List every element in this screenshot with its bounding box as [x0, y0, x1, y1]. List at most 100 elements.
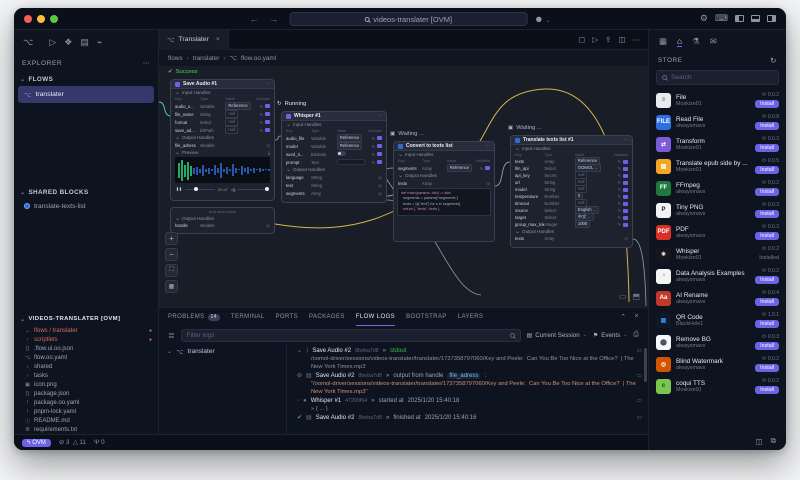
eye-icon[interactable]: ◎: [378, 183, 382, 188]
handle-row[interactable]: texts Array ◎: [511, 235, 632, 242]
install-button[interactable]: Install: [755, 166, 779, 174]
chat-icon[interactable]: ✉: [710, 36, 717, 47]
edit-icon[interactable]: ✎: [260, 128, 263, 133]
minimize-window-button[interactable]: [37, 14, 45, 23]
eye-icon[interactable]: ◎: [624, 236, 628, 241]
handle-row[interactable]: text String ◎: [282, 181, 386, 189]
split-icon[interactable]: ◫: [618, 35, 625, 44]
install-button[interactable]: Install: [755, 386, 779, 394]
edit-icon[interactable]: ✎: [618, 201, 621, 206]
eye-icon[interactable]: ◎: [266, 223, 270, 228]
logs-scrollbar[interactable]: [644, 348, 647, 382]
grid-button[interactable]: ▦: [165, 280, 178, 293]
store-item[interactable]: PDF PDF alwaysmavs ⟳ 0.0.3 Install: [649, 221, 786, 243]
store-item[interactable]: P Tiny PNG alwaysmavs ⟳ 0.0.3 Install: [649, 199, 786, 221]
edit-icon[interactable]: ✎: [480, 166, 483, 171]
install-button[interactable]: Install: [755, 276, 779, 284]
install-button[interactable]: Install: [755, 342, 779, 350]
refresh-icon[interactable]: ↻: [770, 56, 777, 65]
install-button[interactable]: Install: [755, 298, 779, 306]
panel-collapse-icon[interactable]: ⌃: [620, 313, 626, 321]
edit-icon[interactable]: ✎: [618, 166, 621, 171]
handle-row[interactable]: texts Array ◎: [394, 179, 494, 187]
store-item[interactable]: ◔ Data Analysis Examples alwaysmavs ⟳ 0.…: [649, 265, 786, 287]
comment-icon[interactable]: ▭: [637, 415, 642, 421]
edit-icon[interactable]: ✎: [260, 104, 263, 109]
nullable-toggle[interactable]: [622, 180, 628, 185]
panel-tab[interactable]: PORTS: [275, 308, 298, 326]
session-select[interactable]: ▤ Current Session ⌄: [527, 332, 587, 339]
log-entry[interactable]: ⌄ ⟩ Save Audio #2 8beba7d8 » stdout ▭: [297, 346, 642, 355]
edit-icon[interactable]: ✎: [260, 120, 263, 125]
store-item[interactable]: ⬤ Remove BG alwaysmavs ⟳ 0.0.3 Install: [649, 331, 786, 353]
store-search-input[interactable]: [656, 70, 779, 85]
minimap-icon[interactable]: ⬒: [632, 292, 640, 301]
handle-row[interactable]: segments Array Reference ✎: [394, 163, 494, 172]
store-item[interactable]: ✳ Whisper Moskize91 ⟳ 0.0.2 Installed: [649, 243, 786, 265]
download-icon[interactable]: ⤓: [268, 150, 270, 155]
toggle-bottom-panel-icon[interactable]: [751, 15, 760, 22]
settings-gear-icon[interactable]: ⚙: [700, 13, 708, 24]
panel-tab[interactable]: TERMINAL: [231, 308, 265, 326]
command-center[interactable]: videos-translater [OVM]: [289, 12, 528, 26]
install-button[interactable]: Install: [755, 364, 779, 372]
events-select[interactable]: ⚑ Events ⌄: [593, 332, 628, 339]
store-item[interactable]: ▤ Translate epub side by ... Moskize91 ⟳…: [649, 155, 786, 177]
handle-row[interactable]: language String ◎: [282, 173, 386, 181]
handle-row[interactable]: format Select null ✎: [171, 117, 274, 126]
more-icon[interactable]: ⋯: [633, 35, 641, 44]
layout-icon[interactable]: ▢: [578, 35, 585, 44]
zoom-window-button[interactable]: [50, 14, 58, 23]
feedback-icon[interactable]: ◫: [756, 437, 763, 446]
tab-translater[interactable]: ⌥ Translater ×: [159, 29, 229, 50]
handle-row[interactable]: file_name String null ✎: [171, 109, 274, 118]
debug-icon[interactable]: ▷: [592, 35, 598, 44]
install-button[interactable]: Install: [755, 188, 779, 196]
install-button[interactable]: Install: [755, 232, 779, 240]
nullable-toggle[interactable]: [376, 160, 382, 164]
nullable-toggle[interactable]: [484, 166, 490, 170]
flows-icon[interactable]: ⌥: [23, 37, 33, 48]
nullable-toggle[interactable]: [376, 152, 382, 156]
blocks-icon[interactable]: ❖: [64, 37, 72, 48]
store-item[interactable]: FF FFmpeg alwaysmavs ⟳ 0.0.2 Install: [649, 177, 786, 199]
close-tab-icon[interactable]: ×: [216, 36, 220, 43]
breadcrumb[interactable]: flows › translater › ⌥ flow.oo.yaml: [159, 50, 648, 66]
history-nav-icons[interactable]: ← →: [250, 14, 283, 24]
nullable-toggle[interactable]: [622, 208, 628, 213]
handle-row[interactable]: group_max_tokens Integer 1000 ✎: [511, 220, 632, 228]
handle-row[interactable]: prompt Text ✎: [282, 158, 386, 166]
tree-item[interactable]: {} package.json: [24, 389, 158, 398]
logs-area[interactable]: ⌄ ⟩ Save Audio #2 8beba7d8 » stdout ▭ /o…: [287, 344, 648, 434]
store-item[interactable]: ≡ File Moskize91 ⟳ 0.0.2 Install: [649, 89, 786, 111]
handle-row[interactable]: temperature Number 0 ✎: [511, 192, 632, 200]
handle-row[interactable]: target Select 中文 ✎: [511, 213, 632, 221]
tree-item[interactable]: › scriptlets ●: [24, 335, 158, 344]
install-button[interactable]: Install: [755, 100, 779, 108]
nullable-toggle[interactable]: [622, 187, 628, 192]
sidebar-item-translater[interactable]: ⌥ translater: [18, 86, 154, 103]
edit-icon[interactable]: ✎: [260, 112, 263, 117]
handle-row[interactable]: handle Variable ◎: [171, 221, 274, 229]
collapse-icon[interactable]: ⊖: [297, 372, 302, 379]
panel-close-icon[interactable]: ×: [635, 313, 640, 321]
node-convert-to-texts-list[interactable]: Convert to texts list ⋯ ⌄ Input Handles K…: [393, 141, 495, 242]
handle-row[interactable]: file_adress Variable ◎: [171, 141, 274, 149]
edit-icon[interactable]: ✎: [372, 144, 375, 149]
comment-icon[interactable]: ▭: [637, 373, 642, 379]
node-save-audio-1[interactable]: Save Audio #1 ⋯ ⌄ Input Handles Key Type Va…: [170, 79, 275, 201]
edit-icon[interactable]: ✎: [618, 159, 621, 164]
edit-icon[interactable]: ✎: [372, 160, 375, 165]
panel-tab[interactable]: PROBLEMS 14: [168, 308, 220, 326]
edit-icon[interactable]: ✎: [618, 208, 621, 213]
handle-row[interactable]: api_key Secret null ✎: [511, 171, 632, 179]
handle-row[interactable]: word_ti... Boolean ✎: [282, 150, 386, 158]
project-section-header[interactable]: ⌄ VIDEOS-TRANSLATER [OVM]: [14, 312, 158, 326]
edit-icon[interactable]: ✎: [618, 187, 621, 192]
logs-tree[interactable]: ⌄ ⌥ translater: [159, 344, 287, 434]
lab-icon[interactable]: ⚗: [692, 36, 700, 47]
export-icon[interactable]: ⇪: [605, 35, 611, 44]
comment-icon[interactable]: ▭: [637, 348, 642, 354]
plug-icon[interactable]: ⌁: [97, 37, 102, 48]
nullable-toggle[interactable]: [264, 128, 270, 132]
